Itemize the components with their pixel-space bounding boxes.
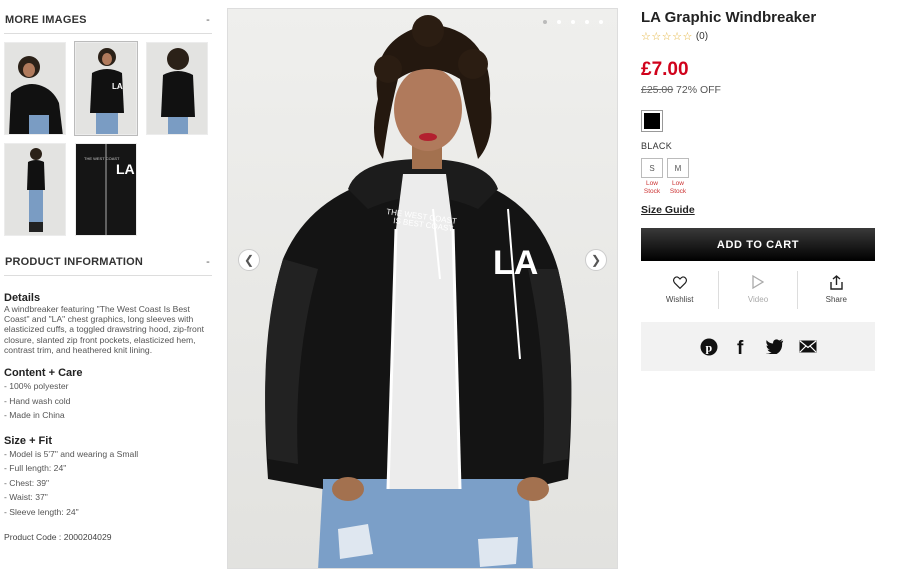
review-count[interactable]: (0) (696, 31, 708, 42)
carousel-dot[interactable] (543, 20, 547, 24)
list-item: - Sleeve length: 24" (4, 506, 79, 517)
svg-text:LA: LA (116, 161, 135, 177)
details-heading: Details (4, 292, 41, 304)
product-title: LA Graphic Windbreaker (641, 9, 817, 26)
list-item: - Full length: 24" (4, 463, 67, 474)
product-info: Details A windbreaker featuring "The Wes… (4, 276, 212, 542)
product-info-header[interactable]: PRODUCT INFORMATION - (4, 242, 212, 276)
carousel-dot[interactable] (585, 20, 589, 24)
list-item: - 100% polyester (4, 381, 69, 392)
size-fit-list: - Model is 5'7" and wearing a Small - Fu… (4, 447, 212, 520)
svg-text:LA: LA (493, 244, 538, 282)
heart-icon (641, 273, 718, 291)
thumbnail-4[interactable] (4, 143, 66, 236)
size-label: M (667, 158, 689, 178)
carousel-dot[interactable] (557, 20, 561, 24)
main-product-image[interactable]: LA THE WEST COAST IS BEST COAST ❮ ❯ (227, 8, 618, 569)
discount-badge: 72% OFF (676, 84, 721, 96)
size-fit-heading: Size + Fit (4, 434, 52, 447)
share-icon (798, 273, 875, 291)
add-to-cart-button[interactable]: ADD TO CART (641, 228, 875, 261)
share-label: Share (825, 295, 847, 304)
list-item: - Model is 5'7" and wearing a Small (4, 448, 139, 459)
product-info-title: PRODUCT INFORMATION (5, 256, 144, 268)
stock-status: Low Stock (643, 180, 661, 195)
original-price: £25.00 (641, 84, 674, 96)
list-item: - Made in China (4, 410, 65, 421)
wishlist-button[interactable]: Wishlist (641, 271, 720, 309)
more-images-header[interactable]: MORE IMAGES - (4, 0, 212, 34)
carousel-dot[interactable] (599, 20, 603, 24)
size-option-m[interactable]: M Low Stock (667, 158, 689, 195)
content-care-list: - 100% polyester - Hand wash cold - Made… (4, 379, 212, 423)
email-icon[interactable] (798, 337, 818, 357)
play-icon (719, 273, 796, 291)
size-label: S (641, 158, 663, 178)
selected-color-name: BLACK (641, 141, 673, 151)
stock-status: Low Stock (669, 180, 687, 195)
share-button[interactable]: Share (798, 271, 875, 309)
collapse-toggle[interactable]: - (206, 256, 210, 268)
wishlist-label: Wishlist (665, 295, 694, 304)
prev-image-button[interactable]: ❮ (238, 249, 260, 271)
size-guide-link[interactable]: Size Guide (641, 204, 695, 216)
product-panel: LA Graphic Windbreaker ☆☆☆☆☆ (0) £7.00 £… (641, 0, 876, 371)
twitter-icon[interactable] (765, 337, 785, 357)
rating[interactable]: ☆☆☆☆☆ (0) (641, 30, 876, 43)
action-bar: Wishlist Video Share (641, 271, 875, 309)
video-label: Video (747, 295, 769, 304)
more-images-title: MORE IMAGES (5, 14, 87, 26)
list-item: - Waist: 37" (4, 492, 48, 503)
svg-text:p: p (705, 340, 712, 354)
thumbnail-2[interactable]: LA (74, 41, 138, 136)
svg-text:THE WEST COAST: THE WEST COAST (84, 156, 120, 161)
model-photo: LA THE WEST COAST IS BEST COAST (265, 15, 572, 568)
star-rating-icon: ☆☆☆☆☆ (641, 31, 693, 43)
product-code: Product Code : 2000204029 (4, 532, 112, 543)
facebook-icon[interactable]: f (732, 337, 752, 357)
size-option-s[interactable]: S Low Stock (641, 158, 663, 195)
content-care-heading: Content + Care (4, 367, 83, 380)
details-text: A windbreaker featuring "The West Coast … (4, 304, 204, 355)
next-image-button[interactable]: ❯ (585, 249, 607, 271)
thumbnail-grid: LA LA THE WEST COAST (4, 34, 212, 236)
thumbnail-3[interactable] (146, 42, 208, 135)
collapse-toggle[interactable]: - (206, 14, 210, 26)
video-button[interactable]: Video (719, 271, 798, 309)
thumbnail-1[interactable] (4, 42, 66, 135)
svg-text:LA: LA (112, 82, 123, 91)
list-item: - Hand wash cold (4, 395, 71, 406)
chevron-left-icon: ❮ (243, 253, 255, 267)
carousel-dots (543, 20, 603, 24)
carousel-dot[interactable] (571, 20, 575, 24)
thumbnail-5[interactable]: LA THE WEST COAST (75, 143, 137, 236)
svg-text:f: f (737, 338, 744, 356)
chevron-right-icon: ❯ (590, 253, 602, 267)
original-price-row: £25.00 72% OFF (641, 84, 876, 96)
sale-price: £7.00 (641, 59, 689, 80)
social-share-bar: p f (641, 322, 875, 371)
size-selector: S Low Stock M Low Stock (641, 158, 876, 195)
list-item: - Chest: 39" (4, 477, 50, 488)
color-swatch-black[interactable] (641, 110, 663, 132)
pinterest-icon[interactable]: p (699, 337, 719, 357)
left-column: MORE IMAGES - LA LA THE WEST COAST PRODU… (4, 0, 212, 542)
